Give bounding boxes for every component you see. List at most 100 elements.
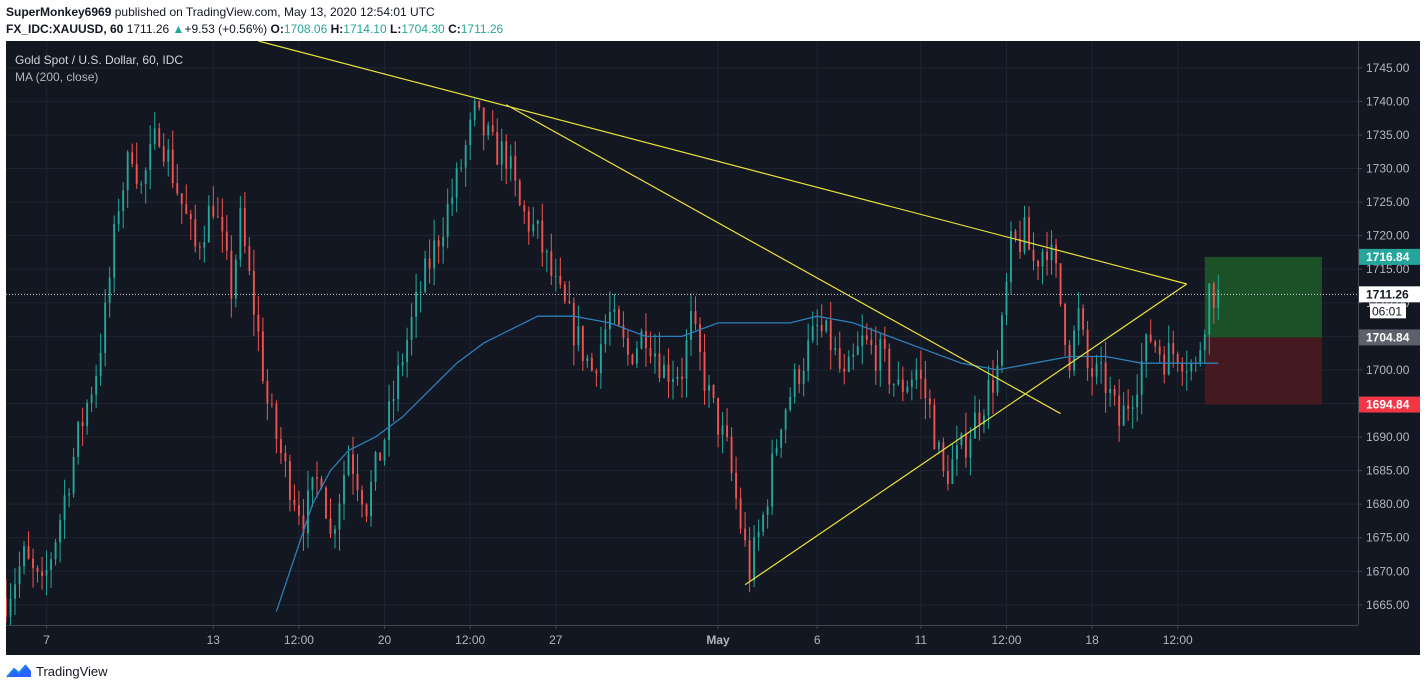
candle-body <box>424 258 427 292</box>
legend-indicator[interactable]: MA (200, close) <box>15 70 98 84</box>
candle-body <box>811 326 814 341</box>
candle-body <box>343 475 345 504</box>
x-tick-label: 12:00 <box>1163 633 1193 647</box>
candle-body <box>635 348 638 364</box>
candle-body <box>626 338 629 355</box>
candle-body <box>374 452 377 482</box>
candle-body <box>973 412 976 439</box>
candle-body <box>1073 330 1076 371</box>
candle-body <box>559 275 562 285</box>
candle-body <box>90 394 93 403</box>
candle-body <box>1208 283 1211 335</box>
candle-body <box>762 514 765 532</box>
ohlc-line: FX_IDC:XAUUSD, 60 1711.26 ▲+9.53 (+0.56%… <box>6 22 503 36</box>
candle-body <box>924 378 927 399</box>
tradingview-logo[interactable]: TradingView <box>6 663 108 679</box>
candle-body <box>401 362 404 366</box>
candle-body <box>361 490 363 505</box>
candle-body <box>703 352 706 391</box>
candle-body <box>135 163 138 185</box>
candle-body <box>1176 354 1179 364</box>
candle-body <box>478 100 481 108</box>
candle-body <box>816 325 819 327</box>
candle-body <box>505 141 508 169</box>
x-tick-label: 7 <box>43 633 50 647</box>
candle-body <box>775 447 778 454</box>
candle-body <box>307 490 309 534</box>
candle-body <box>897 379 900 385</box>
candle-body <box>415 291 418 317</box>
candle-body <box>99 352 102 377</box>
author-name[interactable]: SuperMonkey6969 <box>6 5 111 19</box>
target-zone[interactable] <box>1204 256 1322 338</box>
candle-body <box>1113 388 1116 396</box>
candle-body <box>550 251 553 276</box>
candle-body <box>572 303 575 346</box>
candle-body <box>1167 343 1170 375</box>
x-tick-label: 12:00 <box>284 633 314 647</box>
stop-zone[interactable] <box>1204 337 1322 405</box>
candle-body <box>1104 362 1107 393</box>
candle-body <box>1095 363 1098 377</box>
candle-body <box>1028 217 1030 250</box>
candle-body <box>239 207 242 260</box>
candle-body <box>50 559 53 571</box>
candle-body <box>1185 371 1188 373</box>
candle-body <box>685 339 688 380</box>
candle-body <box>1010 231 1012 283</box>
price-tag[interactable]: 1694.84 <box>1359 396 1420 413</box>
candle-body <box>888 348 891 385</box>
candle-body <box>523 205 526 212</box>
candle-body <box>257 314 260 332</box>
candle-body <box>316 477 318 479</box>
candle-body <box>1091 368 1094 377</box>
candle-body <box>748 540 751 581</box>
candle-body <box>883 338 886 349</box>
candle-body <box>1203 334 1206 351</box>
candle-body <box>469 119 472 146</box>
candle-body <box>951 459 954 484</box>
candle-body <box>712 385 715 399</box>
candle-body <box>9 598 12 617</box>
candle-body <box>726 425 729 437</box>
candle-body <box>645 331 647 349</box>
candle-body <box>1082 308 1085 330</box>
y-tick-label: 1740.00 <box>1366 94 1410 108</box>
candle-body <box>807 340 810 371</box>
candle-body <box>500 141 503 165</box>
y-tick-label: 1720.00 <box>1366 229 1410 243</box>
price-chart[interactable]: 1665.00 1670.00 1675.00 1680.00 1685.00 1690.… <box>5 40 1420 655</box>
y-tick-label: 1665.00 <box>1366 598 1410 612</box>
candle-body <box>838 348 841 369</box>
candle-body <box>1055 244 1057 264</box>
candle-body <box>874 344 877 371</box>
chart-pane[interactable]: 1665.00 1670.00 1675.00 1680.00 1685.00 1690.… <box>5 40 1420 655</box>
candle-body <box>599 344 602 374</box>
candle-body <box>36 567 39 572</box>
candle-body <box>789 396 792 410</box>
candle-body <box>32 558 34 568</box>
candle-body <box>338 503 341 530</box>
candle-body <box>608 312 611 330</box>
price-tag[interactable]: 1716.84 <box>1359 248 1420 265</box>
candle-body <box>406 339 409 363</box>
candle-body <box>928 398 931 405</box>
candle-body <box>45 570 48 576</box>
candle-body <box>563 284 566 302</box>
candle-body <box>1050 244 1053 261</box>
candle-body <box>496 131 499 165</box>
price-tag-text: 1716.84 <box>1366 250 1410 264</box>
candle-body <box>460 167 463 169</box>
price-tag[interactable]: 1704.84 <box>1359 329 1420 346</box>
candle-body <box>451 197 454 204</box>
candle-body <box>514 156 517 181</box>
candle-body <box>780 429 783 448</box>
candle-body <box>104 302 107 353</box>
candle-body <box>613 309 616 313</box>
candle-body <box>545 251 548 253</box>
candle-body <box>847 356 850 372</box>
price-tag[interactable]: 1711.26 <box>1359 286 1420 303</box>
candle-body <box>690 311 692 340</box>
open-value: 1708.06 <box>283 22 328 36</box>
candle-body <box>536 220 539 225</box>
